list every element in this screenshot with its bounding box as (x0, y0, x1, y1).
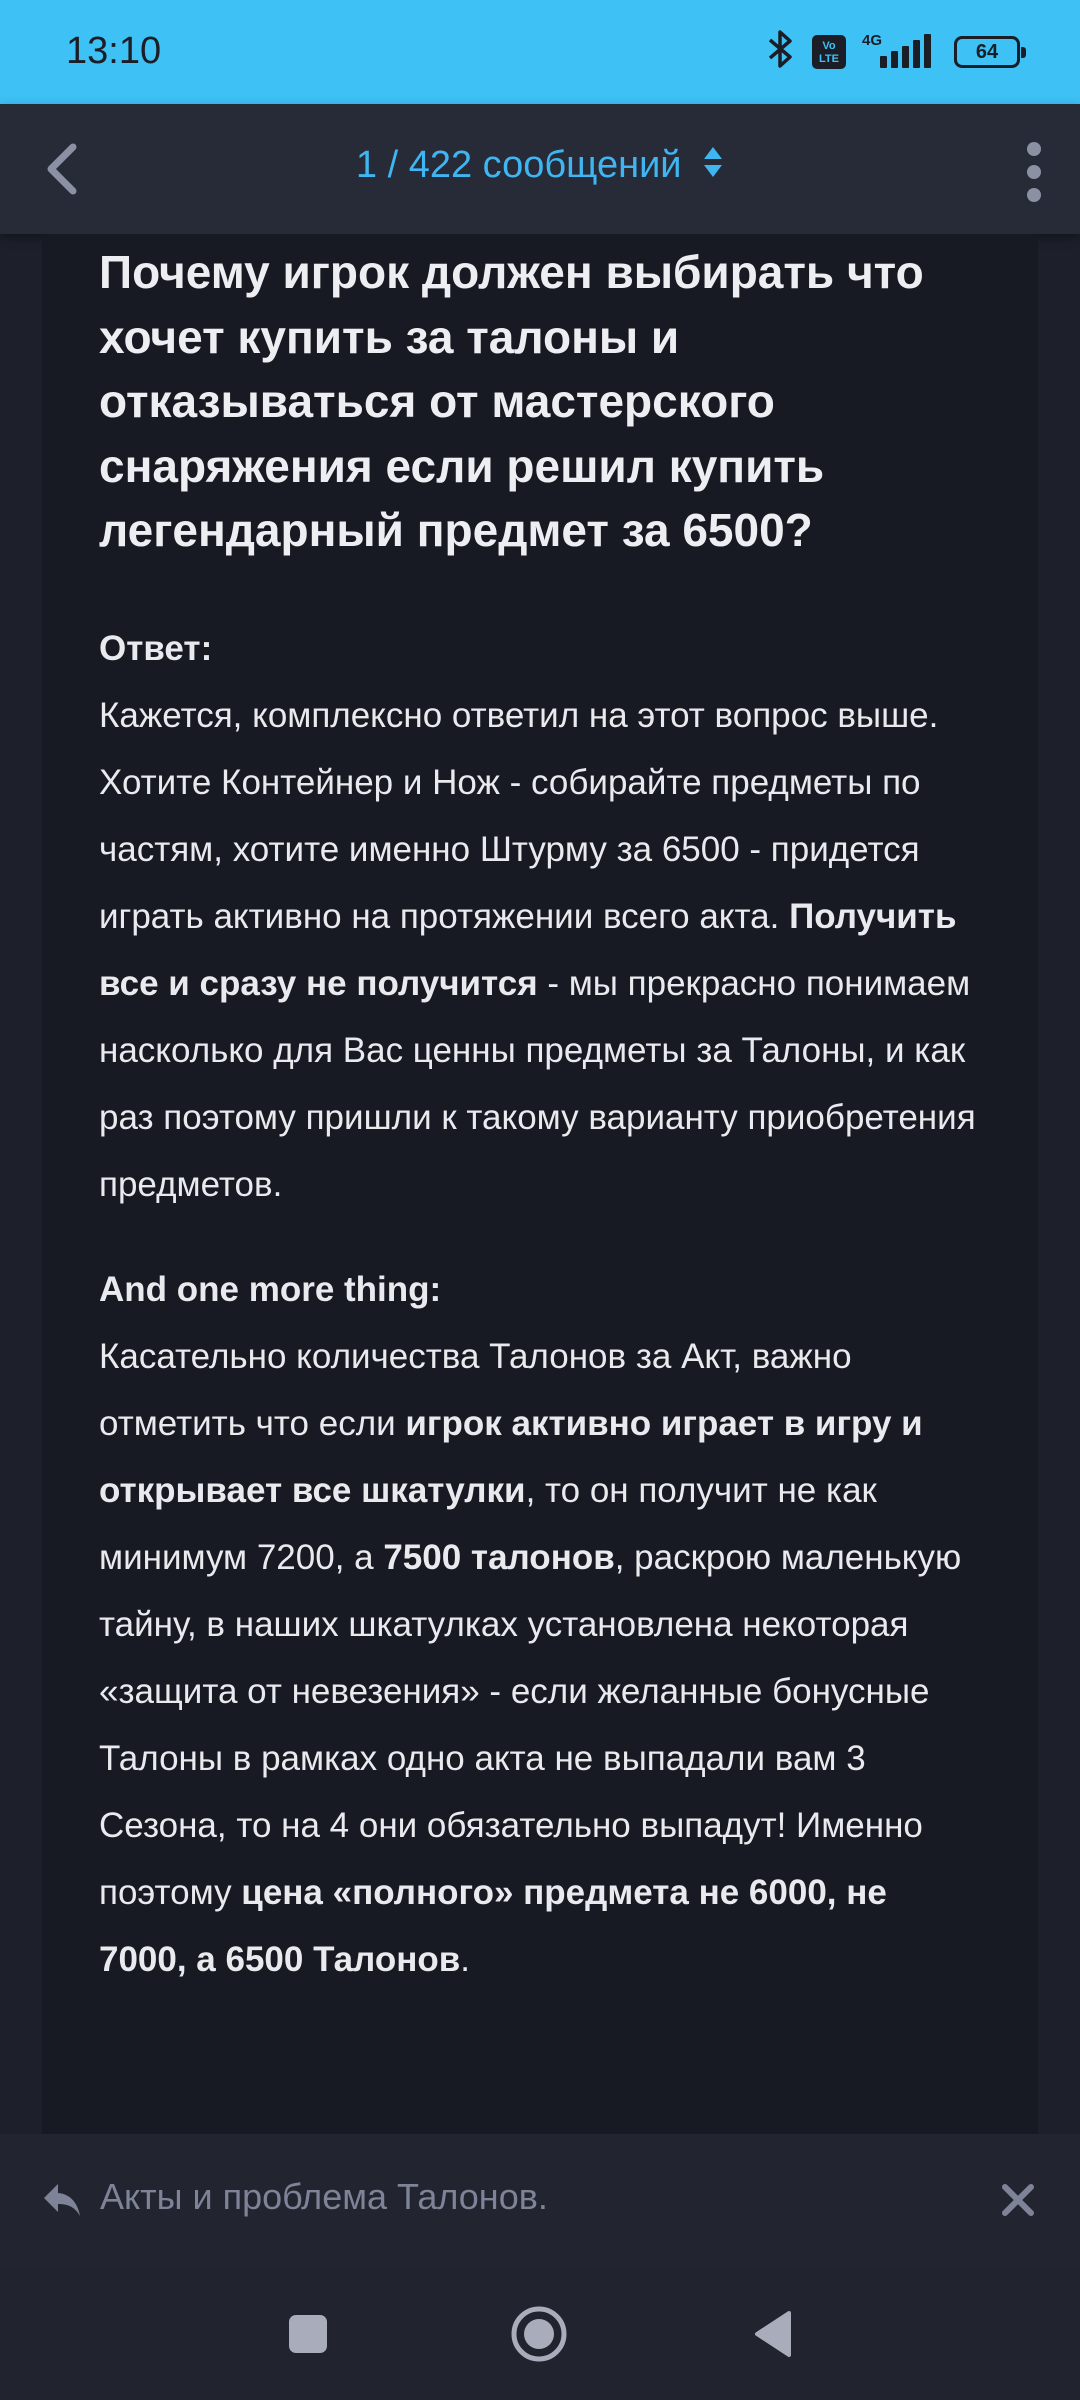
reply-subject: Акты и проблема Талонов. (100, 2176, 548, 2217)
recents-button[interactable] (278, 2304, 338, 2364)
page-title: 1 / 422 сообщений (355, 144, 682, 186)
question-heading: Почему игрок должен выбирать что хочет к… (99, 246, 924, 556)
extra-text: Касательно количества Талонов за Акт, ва… (99, 1336, 962, 1979)
status-bar: 13:10 Vo LTE 4G 64 (0, 0, 1080, 104)
message-counter[interactable]: 1 / 422 сообщений (0, 144, 1080, 189)
message-body: Почему игрок должен выбирать что хочет к… (99, 234, 979, 1993)
message-card: Почему игрок должен выбирать что хочет к… (42, 234, 1038, 2134)
close-icon (1002, 2184, 1034, 2216)
extra-label: And one more thing: (99, 1269, 442, 1309)
bluetooth-icon (766, 29, 796, 76)
volte-icon: Vo LTE (812, 35, 846, 69)
reply-bar[interactable]: Акты и проблема Талонов. (0, 2134, 1080, 2266)
system-nav-bar (0, 2266, 1080, 2400)
signal-4g-icon: 4G (862, 30, 938, 74)
home-button[interactable] (509, 2304, 569, 2364)
answer-label: Ответ: (99, 628, 213, 668)
answer-text: Кажется, комплексно ответил на этот вопр… (99, 695, 976, 1204)
battery-icon: 64 (954, 36, 1026, 68)
back-triangle-icon (755, 2311, 791, 2357)
more-vert-icon[interactable] (1014, 142, 1054, 202)
app-bar: 1 / 422 сообщений (0, 104, 1080, 234)
extra-bold-2: 7500 талонов (383, 1537, 615, 1577)
status-time: 13:10 (66, 30, 162, 72)
close-reply-button[interactable] (992, 2174, 1044, 2226)
reply-icon (40, 2180, 84, 2225)
sort-updown-icon (702, 145, 724, 189)
status-icons: Vo LTE 4G 64 (766, 28, 1026, 76)
nav-back-button[interactable] (742, 2304, 802, 2364)
home-circle-icon (511, 2306, 567, 2362)
network-type: 4G (862, 32, 883, 49)
recents-square-icon (289, 2315, 327, 2353)
